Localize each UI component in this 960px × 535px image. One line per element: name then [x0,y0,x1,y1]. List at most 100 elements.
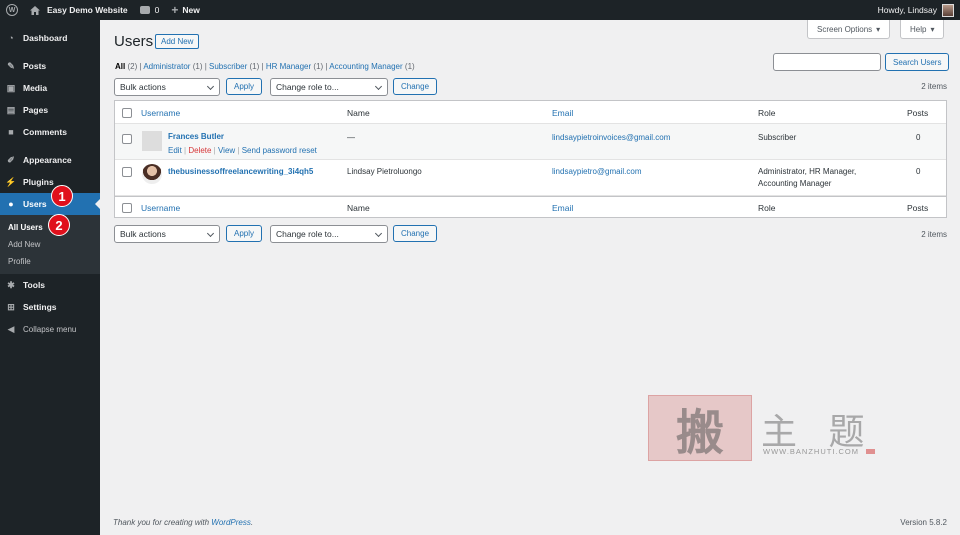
watermark-dot [866,449,875,454]
filter-subscriber[interactable]: Subscriber [209,62,247,71]
menu-label: Tools [23,280,46,290]
menu-plugins[interactable]: ⚡ Plugins [0,171,100,193]
user-name: — [347,133,355,142]
filter-administrator[interactable]: Administrator [143,62,190,71]
account-menu[interactable]: Howdy, Lindsay [877,3,960,17]
plus-icon: + [171,3,179,17]
comment-icon: ■ [8,127,14,137]
menu-comments[interactable]: ■ Comments [0,121,100,143]
menu-pages[interactable]: ▤ Pages [0,99,100,121]
filter-all[interactable]: All [115,62,125,71]
submenu-add-new[interactable]: Add New [0,236,100,253]
bulk-actions-select-bottom[interactable]: Bulk actions [114,225,220,243]
menu-users[interactable]: ● Users [0,193,100,215]
menu-media[interactable]: ▣ Media [0,77,100,99]
apply-button-bottom[interactable]: Apply [226,225,263,242]
filter-count: (1) [192,62,203,71]
annotation-marker-1: 1 [51,185,73,207]
user-icon: ● [8,199,14,209]
search-users-button[interactable]: Search Users [885,53,950,71]
menu-posts[interactable]: ✎ Posts [0,55,100,77]
send-password-reset-link[interactable]: Send password reset [242,146,317,155]
comments-menu[interactable]: 0 [134,0,166,20]
column-posts: Posts [907,108,929,118]
username-link[interactable]: Frances Butler [168,132,224,141]
apply-button-top[interactable]: Apply [226,78,263,95]
user-avatar [142,131,162,151]
screen-options-tab[interactable]: Screen Options ▾ [807,20,891,39]
filter-accounting-manager[interactable]: Accounting Manager [329,62,402,71]
dashboard-icon: ◔ [8,33,14,43]
menu-collapse[interactable]: ◀ Collapse menu [0,318,100,340]
table-footer-row: Username Name Email Role Posts [115,196,946,217]
change-role-select-top[interactable]: Change role to... [270,78,388,96]
select-all-checkbox-bottom[interactable] [122,203,132,213]
comment-bubble-icon [139,6,150,14]
column-role: Role [758,108,776,118]
user-avatar [142,164,162,184]
change-role-select-bottom[interactable]: Change role to... [270,225,388,243]
filter-count: (2) [127,62,138,71]
site-name-menu[interactable]: Easy Demo Website [24,0,134,20]
view-link[interactable]: View [218,146,235,155]
items-count-top: 2 items [921,82,947,91]
select-value: Bulk actions [120,82,166,92]
delete-link[interactable]: Delete [188,146,211,155]
wp-logo-menu[interactable]: W [0,0,24,20]
row-checkbox[interactable] [122,167,132,177]
select-all-checkbox[interactable] [122,108,132,118]
edit-link[interactable]: Edit [168,146,182,155]
caret-down-icon: ▾ [930,24,935,34]
wrench-icon: ✱ [7,279,15,290]
column-name: Name [347,108,370,118]
new-content-menu[interactable]: + New [165,0,206,20]
howdy-text: Howdy, Lindsay [877,5,937,15]
users-table: Username Name Email Role Posts Frances B… [114,100,947,218]
column-username[interactable]: Username [141,108,180,118]
menu-label: Comments [23,127,67,137]
table-row: thebusinessoffreelancewriting_3i4qh5 Lin… [115,160,946,196]
row-checkbox[interactable] [122,134,132,144]
watermark-logo: 搬 [648,395,752,461]
bulk-actions-select-top[interactable]: Bulk actions [114,78,220,96]
role-filter-links: All (2) | Administrator (1) | Subscriber… [115,62,415,71]
brush-icon: ✐ [7,154,15,165]
menu-dashboard[interactable]: ◔ Dashboard [0,27,100,49]
new-label: New [182,5,200,15]
submenu-profile[interactable]: Profile [0,253,100,270]
items-count-bottom: 2 items [921,230,947,239]
caret-down-icon: ▾ [876,24,881,34]
column-email[interactable]: Email [552,108,573,118]
column-username-footer[interactable]: Username [141,203,180,213]
change-role-button-bottom[interactable]: Change [393,225,438,242]
menu-label: Posts [23,61,47,71]
menu-tools[interactable]: ✱ Tools [0,274,100,296]
filter-count: (1) [313,62,324,71]
search-users-input[interactable] [773,53,881,71]
main-content: Screen Options ▾ Help ▾ Users Add New Al… [100,20,960,535]
chevron-down-icon [206,229,215,238]
menu-label: Collapse menu [23,324,77,334]
user-email-link[interactable]: lindsaypietroinvoices@gmail.com [552,133,670,142]
wordpress-link[interactable]: WordPress [211,518,251,527]
change-role-button-top[interactable]: Change [393,78,438,95]
add-new-user-button[interactable]: Add New [155,34,200,49]
menu-settings[interactable]: ⊞ Settings [0,296,100,318]
chevron-down-icon [206,82,215,91]
footer-version: Version 5.8.2 [900,518,947,527]
user-posts: 0 [916,133,921,142]
column-email-footer[interactable]: Email [552,203,573,213]
footer-period: . [250,518,254,527]
help-tab[interactable]: Help ▾ [900,20,945,39]
user-role: Subscriber [758,133,797,142]
select-value: Change role to... [276,229,339,239]
menu-appearance[interactable]: ✐ Appearance [0,149,100,171]
select-value: Change role to... [276,82,339,92]
user-email-link[interactable]: lindsaypietro@gmail.com [552,167,642,176]
collapse-icon: ◀ [7,323,15,334]
filter-hr-manager[interactable]: HR Manager [266,62,311,71]
username-link[interactable]: thebusinessoffreelancewriting_3i4qh5 [168,167,313,176]
menu-label: Settings [23,302,57,312]
menu-label: Media [23,83,48,93]
menu-label: Plugins [23,177,54,187]
